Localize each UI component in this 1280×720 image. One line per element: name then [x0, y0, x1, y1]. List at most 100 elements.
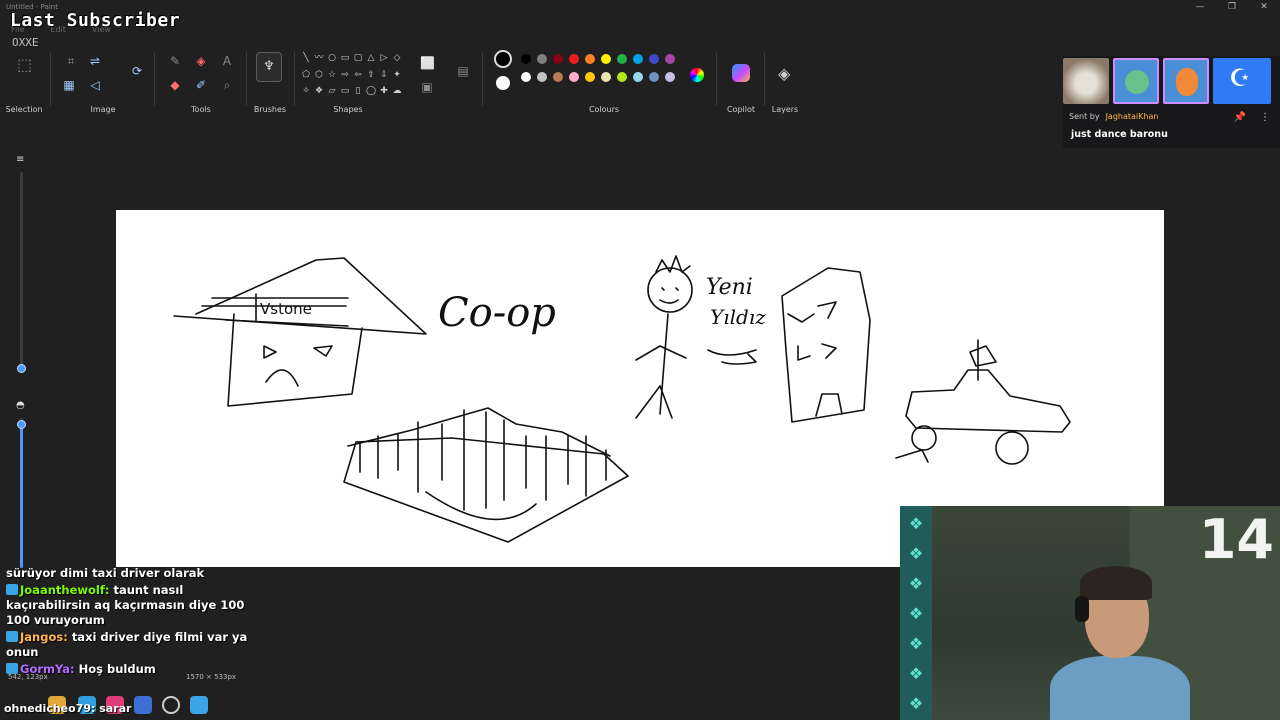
chat-message: Jangos: taxi driver diye filmi var ya on… — [6, 630, 256, 660]
copilot-icon[interactable] — [732, 64, 750, 82]
chat-username: Joaanthewolf: — [20, 583, 114, 597]
alert-sender: JaghataiKhan — [1105, 112, 1159, 121]
shape-item[interactable]: △ — [365, 52, 377, 67]
headphones — [1075, 596, 1089, 622]
edit-colors-icon[interactable] — [690, 68, 704, 82]
select-all-icon[interactable]: ▦ — [62, 78, 76, 92]
paint-app-icon[interactable] — [190, 696, 208, 714]
color-swatch[interactable] — [617, 72, 627, 82]
color-swatch[interactable] — [649, 54, 659, 64]
color-swatch[interactable] — [617, 54, 627, 64]
size-slider-track[interactable] — [20, 172, 23, 370]
primary-color[interactable] — [494, 50, 512, 68]
color-picker-icon[interactable]: ✐ — [194, 78, 208, 92]
crop-icon[interactable]: ⌗ — [64, 54, 78, 68]
color-swatch[interactable] — [537, 72, 547, 82]
flip-icon[interactable]: ◁ — [88, 78, 102, 92]
outline-icon[interactable]: ⬜ — [420, 56, 435, 70]
color-swatch[interactable] — [569, 72, 579, 82]
secondary-color[interactable] — [496, 76, 510, 90]
last-subscriber-title: Last Subscriber — [10, 10, 181, 31]
shape-item[interactable]: ▢ — [352, 52, 364, 67]
building-door — [815, 393, 843, 417]
size-slider-knob[interactable] — [17, 364, 26, 373]
webcam-counter: 14 — [1198, 508, 1274, 571]
ribbon-divider — [50, 52, 51, 106]
diamond-icon: ❖ — [908, 544, 924, 563]
color-swatch[interactable] — [649, 72, 659, 82]
shape-item[interactable]: ◯ — [365, 85, 377, 100]
color-swatch[interactable] — [585, 72, 595, 82]
more-icon[interactable]: ⋮ — [1260, 112, 1270, 123]
shapes-gallery[interactable]: ╲ 〰 ○ ▭ ▢ △ ▷ ◇ ⬠ ⬡ ☆ ⇨ ⇦ ⇧ ⇩ ✦ ✧ ❖ ▱ ▭ ▯ ◯ ✚ ☁ — [300, 52, 403, 100]
selection-icon[interactable]: ⬚ — [17, 57, 32, 73]
color-swatch[interactable] — [569, 54, 579, 64]
color-swatch[interactable] — [665, 72, 675, 82]
resize-icon[interactable]: ⇌ — [88, 54, 102, 68]
color-swatch[interactable] — [633, 54, 643, 64]
shape-item[interactable]: ☆ — [326, 69, 338, 84]
shape-item[interactable]: ✚ — [378, 85, 390, 100]
color-swatch[interactable] — [633, 72, 643, 82]
webcam-feed: ❖ ❖ ❖ ❖ ❖ ❖ ❖ 14 — [900, 506, 1280, 720]
shape-item[interactable]: ◇ — [391, 52, 403, 67]
diamond-icon: ❖ — [908, 574, 924, 593]
rotate-icon[interactable]: ⟳ — [130, 64, 144, 78]
shape-item[interactable]: ▷ — [378, 52, 390, 67]
opacity-slider-knob[interactable] — [17, 420, 26, 429]
color-swatch[interactable] — [665, 54, 675, 64]
minimize-button[interactable]: — — [1184, 0, 1216, 14]
avatar — [1163, 58, 1209, 104]
shape-item[interactable]: ▭ — [339, 85, 351, 100]
text-icon[interactable]: A — [220, 54, 234, 68]
shape-item[interactable]: ▯ — [352, 85, 364, 100]
shape-item[interactable]: 〰 — [313, 52, 325, 67]
layers-label: Layers — [771, 105, 799, 114]
color-swatch[interactable] — [601, 72, 611, 82]
pin-icon[interactable]: 📌 — [1234, 112, 1246, 123]
shape-item[interactable]: ⇨ — [339, 69, 351, 84]
pencil-icon[interactable]: ✎ — [168, 54, 182, 68]
alert-avatars — [1063, 58, 1271, 104]
color-swatch[interactable] — [521, 54, 531, 64]
shape-item[interactable]: ✦ — [391, 69, 403, 84]
shape-options-icon[interactable]: ▤ — [456, 64, 470, 78]
chat-badge-icon — [6, 584, 18, 595]
brush-icon[interactable]: ♆ — [256, 52, 282, 82]
shape-item[interactable]: ⇩ — [378, 69, 390, 84]
shape-item[interactable]: ⇦ — [352, 69, 364, 84]
color-swatch[interactable] — [553, 72, 563, 82]
car-exhaust — [895, 449, 929, 463]
shape-item[interactable]: ⇧ — [365, 69, 377, 84]
shape-item[interactable]: ☁ — [391, 85, 403, 100]
app-icon[interactable] — [134, 696, 152, 714]
color-swatch[interactable] — [601, 54, 611, 64]
shape-item[interactable]: ▱ — [326, 85, 338, 100]
shape-item[interactable]: ⬠ — [300, 69, 312, 84]
shape-fill-icon[interactable]: ▣ — [420, 80, 434, 94]
eraser-icon[interactable]: ◆ — [168, 78, 182, 92]
alert-meta: Sent by JaghataiKhan — [1069, 112, 1158, 121]
fill-icon[interactable]: ◈ — [194, 54, 208, 68]
webcam-border: ❖ ❖ ❖ ❖ ❖ ❖ ❖ — [900, 506, 932, 720]
close-button[interactable]: ✕ — [1248, 0, 1280, 14]
shape-item[interactable]: ╲ — [300, 52, 312, 67]
shape-item[interactable]: ⬡ — [313, 69, 325, 84]
color-swatch[interactable] — [585, 54, 595, 64]
shape-item[interactable]: ▭ — [339, 52, 351, 67]
magnifier-icon[interactable]: ⌕ — [220, 78, 234, 92]
window-controls: — ❐ ✕ — [1184, 0, 1280, 14]
chat-message: sürüyor dimi taxi driver olarak — [6, 566, 256, 581]
obs-icon[interactable] — [162, 696, 180, 714]
color-swatch[interactable] — [537, 54, 547, 64]
chat-username: Jangos: — [20, 630, 72, 644]
maximize-button[interactable]: ❐ — [1216, 0, 1248, 14]
shape-item[interactable]: ❖ — [313, 85, 325, 100]
ribbon-divider — [294, 52, 295, 106]
color-swatch[interactable] — [553, 54, 563, 64]
layers-icon[interactable]: ◈ — [778, 64, 790, 83]
shape-item[interactable]: ✧ — [300, 85, 312, 100]
streamer-hair — [1080, 566, 1152, 600]
color-swatch[interactable] — [521, 72, 531, 82]
shape-item[interactable]: ○ — [326, 52, 338, 67]
